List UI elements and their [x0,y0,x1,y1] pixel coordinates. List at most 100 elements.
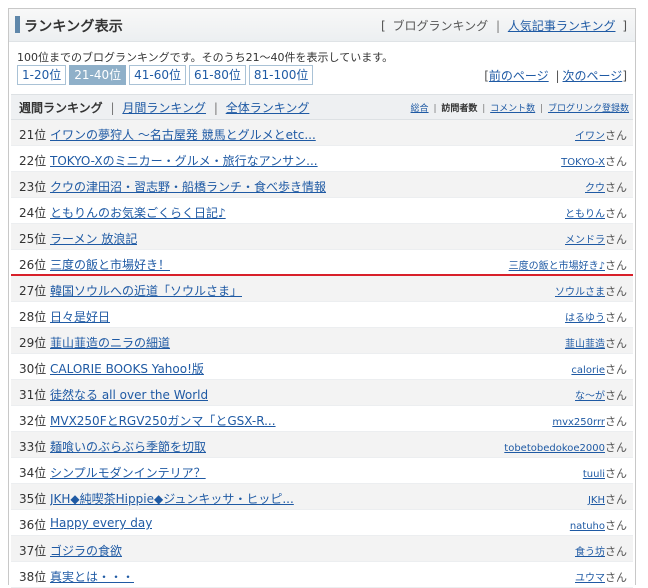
blog-owner: イワンさん [575,127,627,143]
honorific-suffix: さん [605,233,627,246]
owner-name-link[interactable]: 韮山韮造 [565,339,605,350]
blog-owner: ソウルさまさん [555,283,627,299]
page-range-button[interactable]: 61-80位 [189,65,246,85]
rank-number: 36位 [19,518,47,532]
sort-visitors[interactable]: 訪問者数 [441,104,477,114]
honorific-suffix: さん [605,155,627,168]
tab-weekly[interactable]: 週間ランキング [19,101,103,115]
honorific-suffix: さん [605,311,627,324]
blog-owner: ユウマさん [575,569,627,585]
owner-name-link[interactable]: メンドラ [565,235,605,246]
blog-owner: 食う坊さん [575,543,627,559]
owner-name-link[interactable]: 三度の飯と市場好き♪ [509,261,605,272]
ranking-row: 38位 真実とは・・・ ユウマさん [11,562,633,588]
owner-name-link[interactable]: tuuli [583,469,605,480]
rank-number: 21位 [19,128,47,142]
blog-owner: ともりんさん [565,205,627,221]
blog-title-link[interactable]: イワンの夢狩人 〜名古屋発 競馬とグルメとetc... [50,126,316,143]
sort-total-link[interactable]: 総合 [411,104,429,114]
rank-number: 25位 [19,232,47,246]
blog-title-link[interactable]: ゴジラの食欲 [50,542,122,559]
owner-name-link[interactable]: 食う坊 [575,547,605,558]
rank-number: 38位 [19,570,47,584]
popular-articles-ranking-link[interactable]: 人気記事ランキング [508,19,616,33]
separator: | [482,104,486,114]
ranking-row: 32位 MVX250FとRGV250ガンマ「とGSX-R... mvx250rrrさ… [11,406,633,432]
blog-title-link[interactable]: クウの津田沼・習志野・船橋ランチ・食べ歩き情報 [50,178,326,195]
separator: | [540,104,544,114]
blog-title-link[interactable]: JKH◆純喫茶Hippie◆ジュンキッサ・ヒッピ... [50,490,294,507]
blog-owner: tuuliさん [583,465,627,481]
next-page-link[interactable]: 次のページ [563,69,623,83]
blog-title-link[interactable]: 三度の飯と市場好き！ [50,256,170,273]
ranking-row: 21位 イワンの夢狩人 〜名古屋発 競馬とグルメとetc... イワンさん [11,120,633,146]
blog-title-link[interactable]: ラーメン 放浪記 [50,230,137,247]
rank-number: 23位 [19,180,47,194]
sort-links: 総合 | 訪問者数 | コメント数 | ブログリンク登録数 [411,101,629,114]
owner-name-link[interactable]: ユウマ [575,573,605,584]
rank-number: 35位 [19,492,47,506]
rank-number: 34位 [19,466,47,480]
owner-name-link[interactable]: tobetobedokoe2000 [504,443,605,454]
rank-number: 32位 [19,414,47,428]
owner-name-link[interactable]: はるゆう [565,313,605,324]
rank-number: 37位 [19,544,47,558]
blog-title-link[interactable]: 韓国ソウルへの近道「ソウルさま」 [50,282,242,299]
page-range-button[interactable]: 1-20位 [17,65,67,85]
honorific-suffix: さん [605,207,627,220]
owner-name-link[interactable]: natuho [570,521,605,532]
honorific-suffix: さん [605,129,627,142]
bracket-close: ] [622,19,627,33]
blog-title-link[interactable]: TOKYO-Xのミニカー・グルメ・旅行なアンサン... [50,152,318,169]
page-title: ランキング表示 [24,19,123,35]
owner-name-link[interactable]: イワン [575,131,605,142]
owner-name-link[interactable]: クウ [585,183,605,194]
sort-registrations-link[interactable]: ブログリンク登録数 [548,104,629,114]
separator: | [213,101,218,115]
separator: | [555,69,560,83]
blog-ranking-label: ブログランキング [392,19,489,33]
owner-name-link[interactable]: TOKYO-X [561,157,605,168]
blog-title-link[interactable]: MVX250FとRGV250ガンマ「とGSX-R... [50,412,276,429]
ranking-row: 28位 日々是好日 はるゆうさん [11,302,633,328]
prev-page-link[interactable]: 前のページ [489,69,549,83]
blog-owner: 韮山韮造さん [565,335,627,351]
blog-owner: メンドラさん [565,231,627,247]
bracket-open: [ [380,19,386,33]
blog-title-link[interactable]: 徒然なる all over the World [50,386,208,403]
rank-number: 28位 [19,310,47,324]
sort-comments-link[interactable]: コメント数 [490,104,535,114]
blog-title-link[interactable]: 麺喰いのぶらぶら季節を切取 [50,438,206,455]
owner-name-link[interactable]: mvx250rrr [552,417,605,428]
blog-title-link[interactable]: Happy every day [50,516,152,530]
blog-title-link[interactable]: 真実とは・・・ [50,568,134,585]
ranking-row: 22位 TOKYO-Xのミニカー・グルメ・旅行なアンサン... TOKYO-Xさん [11,146,633,172]
blog-title-link[interactable]: ともりんのお気楽ごくらく日記♪ [50,204,226,221]
blog-title-link[interactable]: 韮山韮造のニラの細道 [50,334,170,351]
tab-overall[interactable]: 全体ランキング [226,101,310,115]
owner-name-link[interactable]: ソウルさま [555,287,605,298]
honorific-suffix: さん [605,259,627,272]
owner-name-link[interactable]: ともりん [565,209,605,220]
ranking-list: 21位 イワンの夢狩人 〜名古屋発 競馬とグルメとetc... イワンさん 22位 TO… [11,120,633,588]
blog-title-link[interactable]: シンプルモダンインテリア？ [50,464,206,481]
page-range-button[interactable]: 41-60位 [129,65,186,85]
panel-header: ランキング表示 [ ブログランキング | 人気記事ランキング ] [9,9,635,42]
owner-name-link[interactable]: calorie [571,365,605,376]
blog-title-link[interactable]: 日々是好日 [50,308,110,325]
page-range-button[interactable]: 21-40位 [69,65,127,85]
blog-owner: TOKYO-Xさん [561,153,627,169]
blog-owner: クウさん [585,179,627,195]
honorific-suffix: さん [605,519,627,532]
owner-name-link[interactable]: な〜が [575,391,605,402]
owner-name-link[interactable]: JKH [588,495,605,506]
rank-number: 22位 [19,154,47,168]
pagination-links: [前のページ | 次のページ] [484,67,627,84]
separator: | [110,101,115,115]
blog-title-link[interactable]: CALORIE BOOKS Yahoo!版 [50,360,204,377]
rank-number: 27位 [19,284,47,298]
ranking-row: 26位 三度の飯と市場好き！ 三度の飯と市場好き♪さん [11,250,633,276]
tab-monthly[interactable]: 月間ランキング [122,101,206,115]
honorific-suffix: さん [605,389,627,402]
page-range-button[interactable]: 81-100位 [248,65,314,85]
